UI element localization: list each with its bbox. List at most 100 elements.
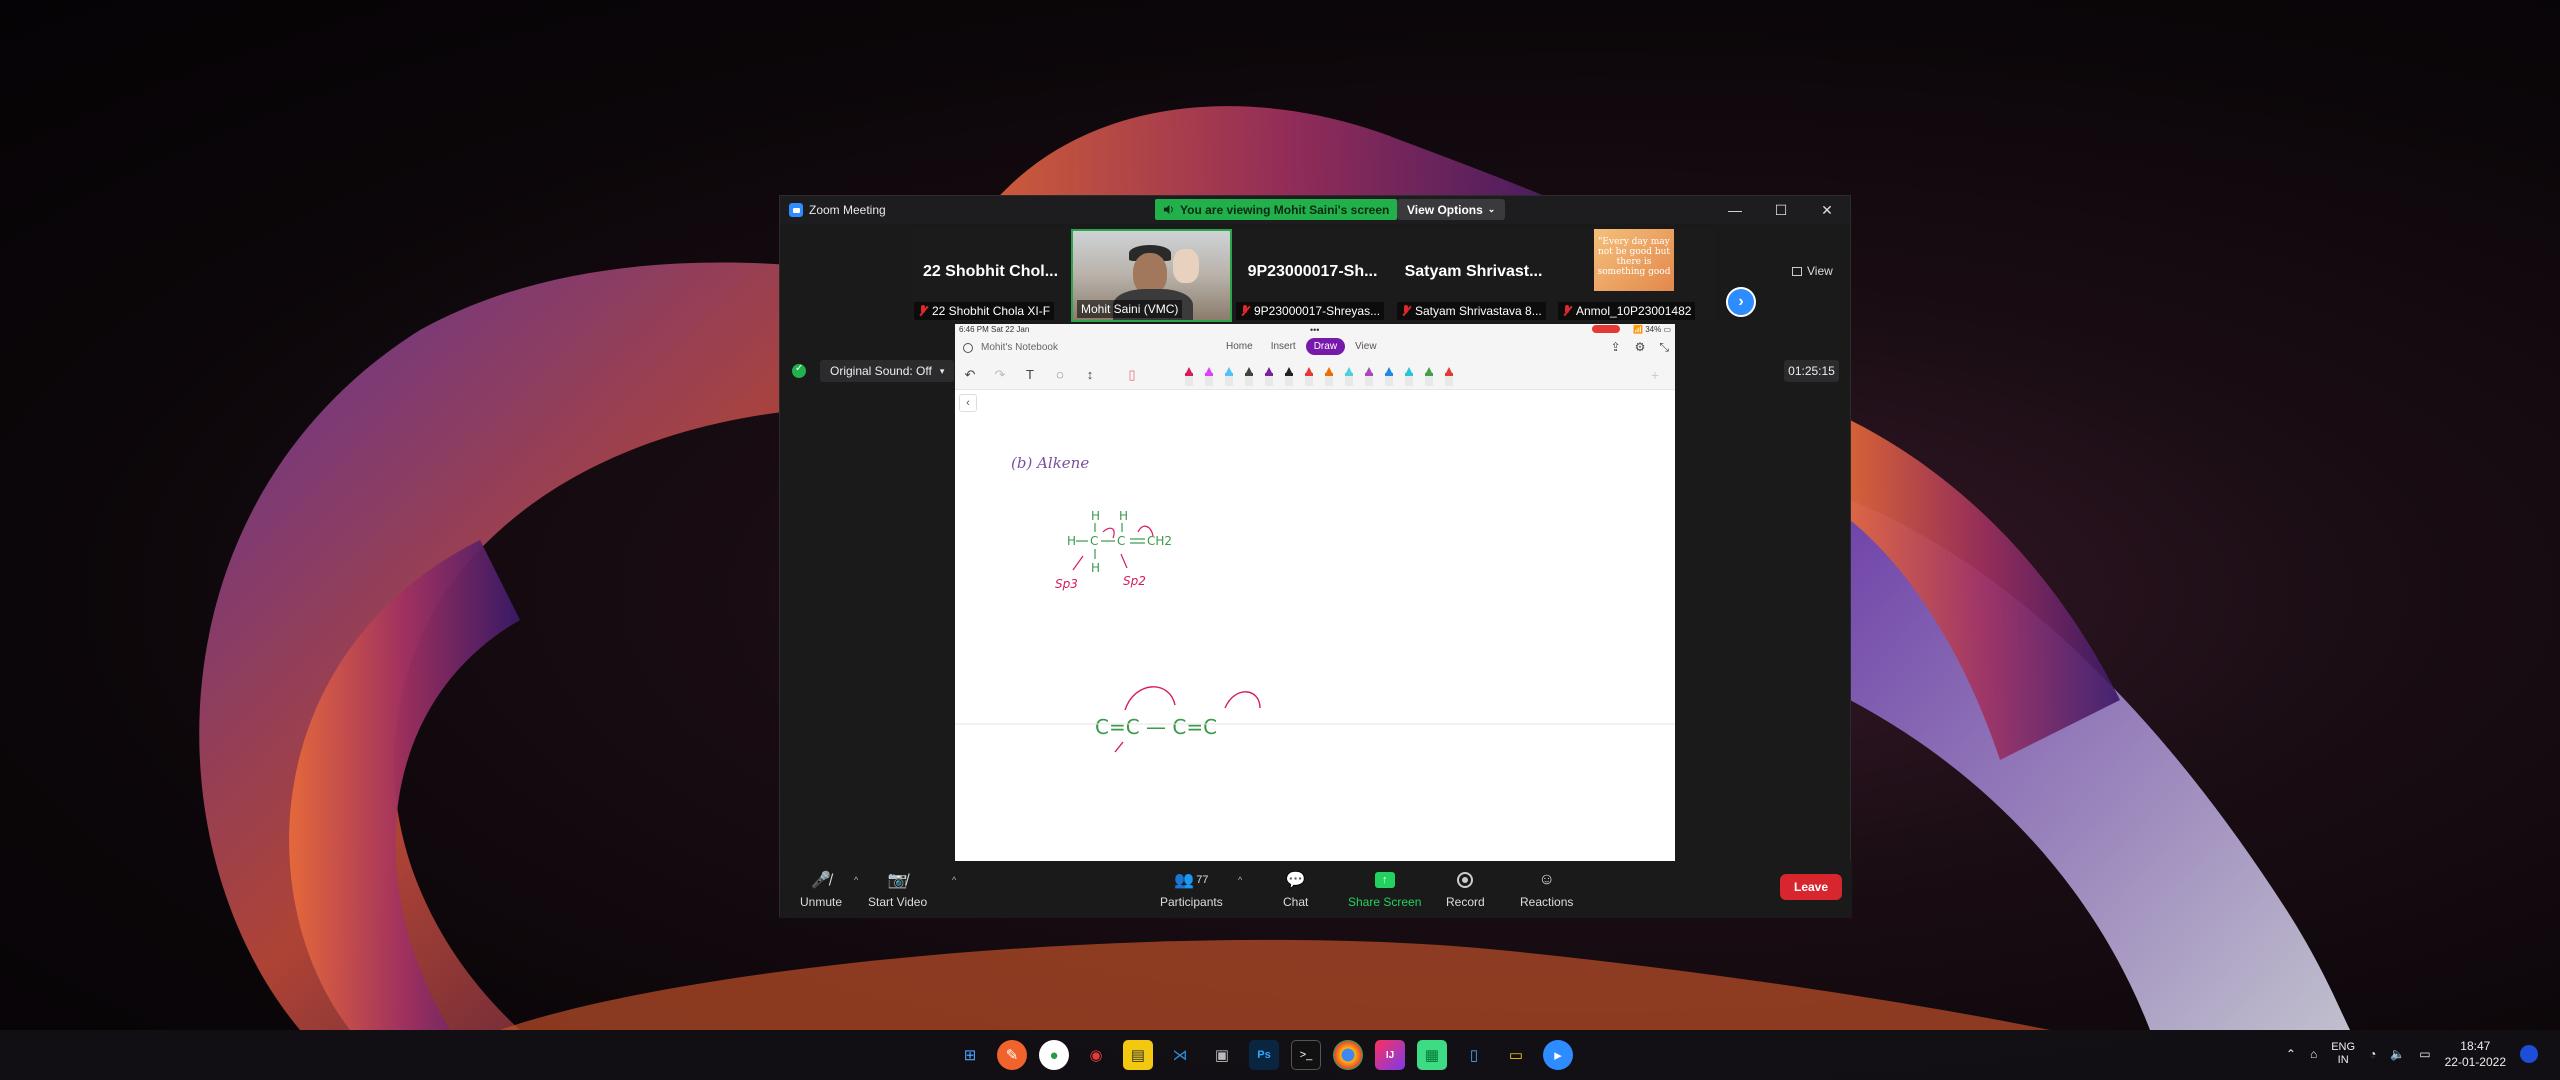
participants-button[interactable]: 👥 77 Participants [1160,869,1223,909]
minimize-button[interactable]: — [1712,196,1758,224]
volume-icon[interactable]: 🔈 [2390,1047,2405,1061]
lasso-icon[interactable]: ◌ [1045,367,1075,382]
zoom-taskbar-icon[interactable]: ▸ [1543,1040,1573,1070]
record-icon [1457,872,1474,888]
notebook-canvas[interactable]: ‹ (b) Alkene H H H C C CH2 H Sp3 Sp2 C=C… [955,390,1675,861]
participant-big-name: 9P23000017-Sh... [1247,263,1378,280]
pen-color-6[interactable] [1285,367,1293,386]
share-screen-label: Share Screen [1348,895,1422,909]
participant-caption: 9P23000017-Shreyas... [1236,302,1385,320]
unmute-button[interactable]: 🎤̸ Unmute [800,869,842,909]
view-options-button[interactable]: View Options ⌄ [1397,199,1506,220]
app-red-icon[interactable]: ◉ [1081,1040,1111,1070]
shared-screen[interactable]: 6:46 PM Sat 22 Jan ••• 📶 34% ▭ Mohit's N… [955,324,1675,861]
network-icon[interactable]: ⌂ [2310,1047,2317,1061]
clock[interactable]: 18:47 22-01-2022 [2445,1038,2506,1070]
battery-level: 34% [1645,325,1662,334]
file-explorer-icon[interactable]: ▭ [1501,1040,1531,1070]
notebook-search[interactable]: Mohit's Notebook [963,342,1058,353]
audio-options-caret[interactable]: ^ [854,875,858,885]
tab-view[interactable]: View [1347,338,1385,355]
bottom-formula: C=C — C=C [1095,715,1217,739]
pen-color-12[interactable] [1405,367,1413,386]
intellij-icon[interactable]: IJ [1375,1040,1405,1070]
encryption-shield-icon[interactable] [792,363,806,378]
pen-color-4[interactable] [1245,367,1253,386]
view-layout-button[interactable]: View [1792,264,1833,278]
windows-start-icon[interactable]: ⊞ [955,1040,985,1070]
share-screen-button[interactable]: ↑ Share Screen [1348,869,1421,909]
pen-color-2[interactable] [1205,367,1213,386]
tab-home[interactable]: Home [1218,338,1261,355]
text-tool-icon[interactable]: T [1015,367,1045,382]
viewing-banner-text: You are viewing Mohit Saini's screen [1180,202,1390,217]
terminal-icon[interactable]: >_ [1291,1040,1321,1070]
participants-options-caret[interactable]: ^ [1238,875,1242,885]
sticky-notes-icon[interactable]: ▤ [1123,1040,1153,1070]
battery-indicator: 📶 34% ▭ [1633,325,1671,334]
redo-icon[interactable]: ↷ [985,367,1015,383]
chat-button[interactable]: 💬 Chat [1283,869,1308,909]
reactions-button[interactable]: ☺ Reactions [1520,869,1573,909]
pen-color-10[interactable] [1365,367,1373,386]
wifi-icon[interactable]: ◔ [2369,1047,2376,1061]
participants-icon: 👥 77 [1174,872,1209,889]
participant-tile[interactable]: 9P23000017-Sh... 9P23000017-Shreyas... [1232,229,1393,322]
participant-tile[interactable]: 22 Shobhit Chol... 22 Shobhit Chola XI-F [910,229,1071,322]
system-tray: ⌃ ⌂ ENG IN ◔ 🔈 ▭ 18:47 22-01-2022 [2286,1038,2538,1070]
onenote-header: Mohit's Notebook Home Insert Draw View ⇪… [955,335,1675,360]
collapse-icon[interactable]: ⤡ [1659,340,1669,355]
pen-color-5[interactable] [1265,367,1273,386]
taskbar-apps: ⊞ ✎ ● ◉ ▤ ⋊ ▣ Ps >_ IJ ▦ ▯ ▭ ▸ [955,1040,1573,1070]
battery-icon[interactable]: ▭ [2419,1047,2430,1061]
document-icon[interactable]: ▯ [1459,1040,1489,1070]
undo-icon[interactable]: ↶ [955,367,985,383]
participant-tile[interactable]: Satyam Shrivast... Satyam Shrivastava 8.… [1393,229,1554,322]
start-video-button[interactable]: 📷̸ Start Video [868,869,927,909]
gear-icon[interactable]: ⚙ [1635,340,1646,355]
next-page-arrow-icon[interactable]: › [1726,287,1756,317]
app-gray-icon[interactable]: ▣ [1207,1040,1237,1070]
pen-color-1[interactable] [1185,367,1193,386]
android-studio-icon[interactable]: ▦ [1417,1040,1447,1070]
pen-color-9[interactable] [1345,367,1353,386]
windows-taskbar: ⊞ ✎ ● ◉ ▤ ⋊ ▣ Ps >_ IJ ▦ ▯ ▭ ▸ ⌃ ⌂ ENG I… [0,1030,2560,1080]
mic-muted-icon [918,305,928,317]
chevron-down-icon: ▾ [939,365,945,376]
maximize-button[interactable]: ☐ [1758,196,1804,224]
pen-color-7[interactable] [1305,367,1313,386]
tab-draw[interactable]: Draw [1305,338,1346,355]
share-icon[interactable]: ⇪ [1611,340,1621,355]
language-indicator[interactable]: ENG IN [2331,1041,2355,1067]
brave-browser-icon[interactable]: ✎ [997,1040,1027,1070]
record-button[interactable]: Record [1446,869,1485,909]
ipad-status-bar: 6:46 PM Sat 22 Jan ••• 📶 34% ▭ [955,324,1675,335]
pen-color-8[interactable] [1325,367,1333,386]
vscode-icon[interactable]: ⋊ [1165,1040,1195,1070]
eraser-icon[interactable]: ▯ [1117,367,1147,383]
tab-insert[interactable]: Insert [1263,338,1304,355]
participant-tile-active-speaker[interactable]: Mohit Saini (VMC) [1071,229,1232,322]
pen-color-3[interactable] [1225,367,1233,386]
pen-color-14[interactable] [1445,367,1453,386]
notification-icon[interactable] [2520,1045,2538,1063]
app-leaf-icon[interactable]: ● [1039,1040,1069,1070]
photoshop-icon[interactable]: Ps [1249,1040,1279,1070]
video-options-caret[interactable]: ^ [952,875,956,885]
chevron-up-icon[interactable]: ⌃ [2286,1047,2296,1061]
participant-big-name: Satyam Shrivast... [1404,263,1543,280]
close-button[interactable]: ✕ [1804,196,1850,224]
insert-space-icon[interactable]: ↕ [1075,367,1105,382]
language-code: ENG [2331,1041,2356,1053]
add-pen-icon[interactable]: + [1651,367,1659,383]
pen-color-11[interactable] [1385,367,1393,386]
leave-button[interactable]: Leave [1780,874,1842,900]
participant-caption: Mohit Saini (VMC) [1077,300,1183,318]
pen-color-13[interactable] [1425,367,1433,386]
participant-tile[interactable]: "Every day may not be good but there is … [1554,229,1715,322]
chrome-icon[interactable] [1333,1040,1363,1070]
clock-time: 18:47 [2460,1039,2491,1053]
chat-label: Chat [1283,895,1309,909]
video-off-icon: 📷̸ [887,872,908,889]
original-sound-toggle[interactable]: Original Sound: Off ▾ [820,360,955,382]
